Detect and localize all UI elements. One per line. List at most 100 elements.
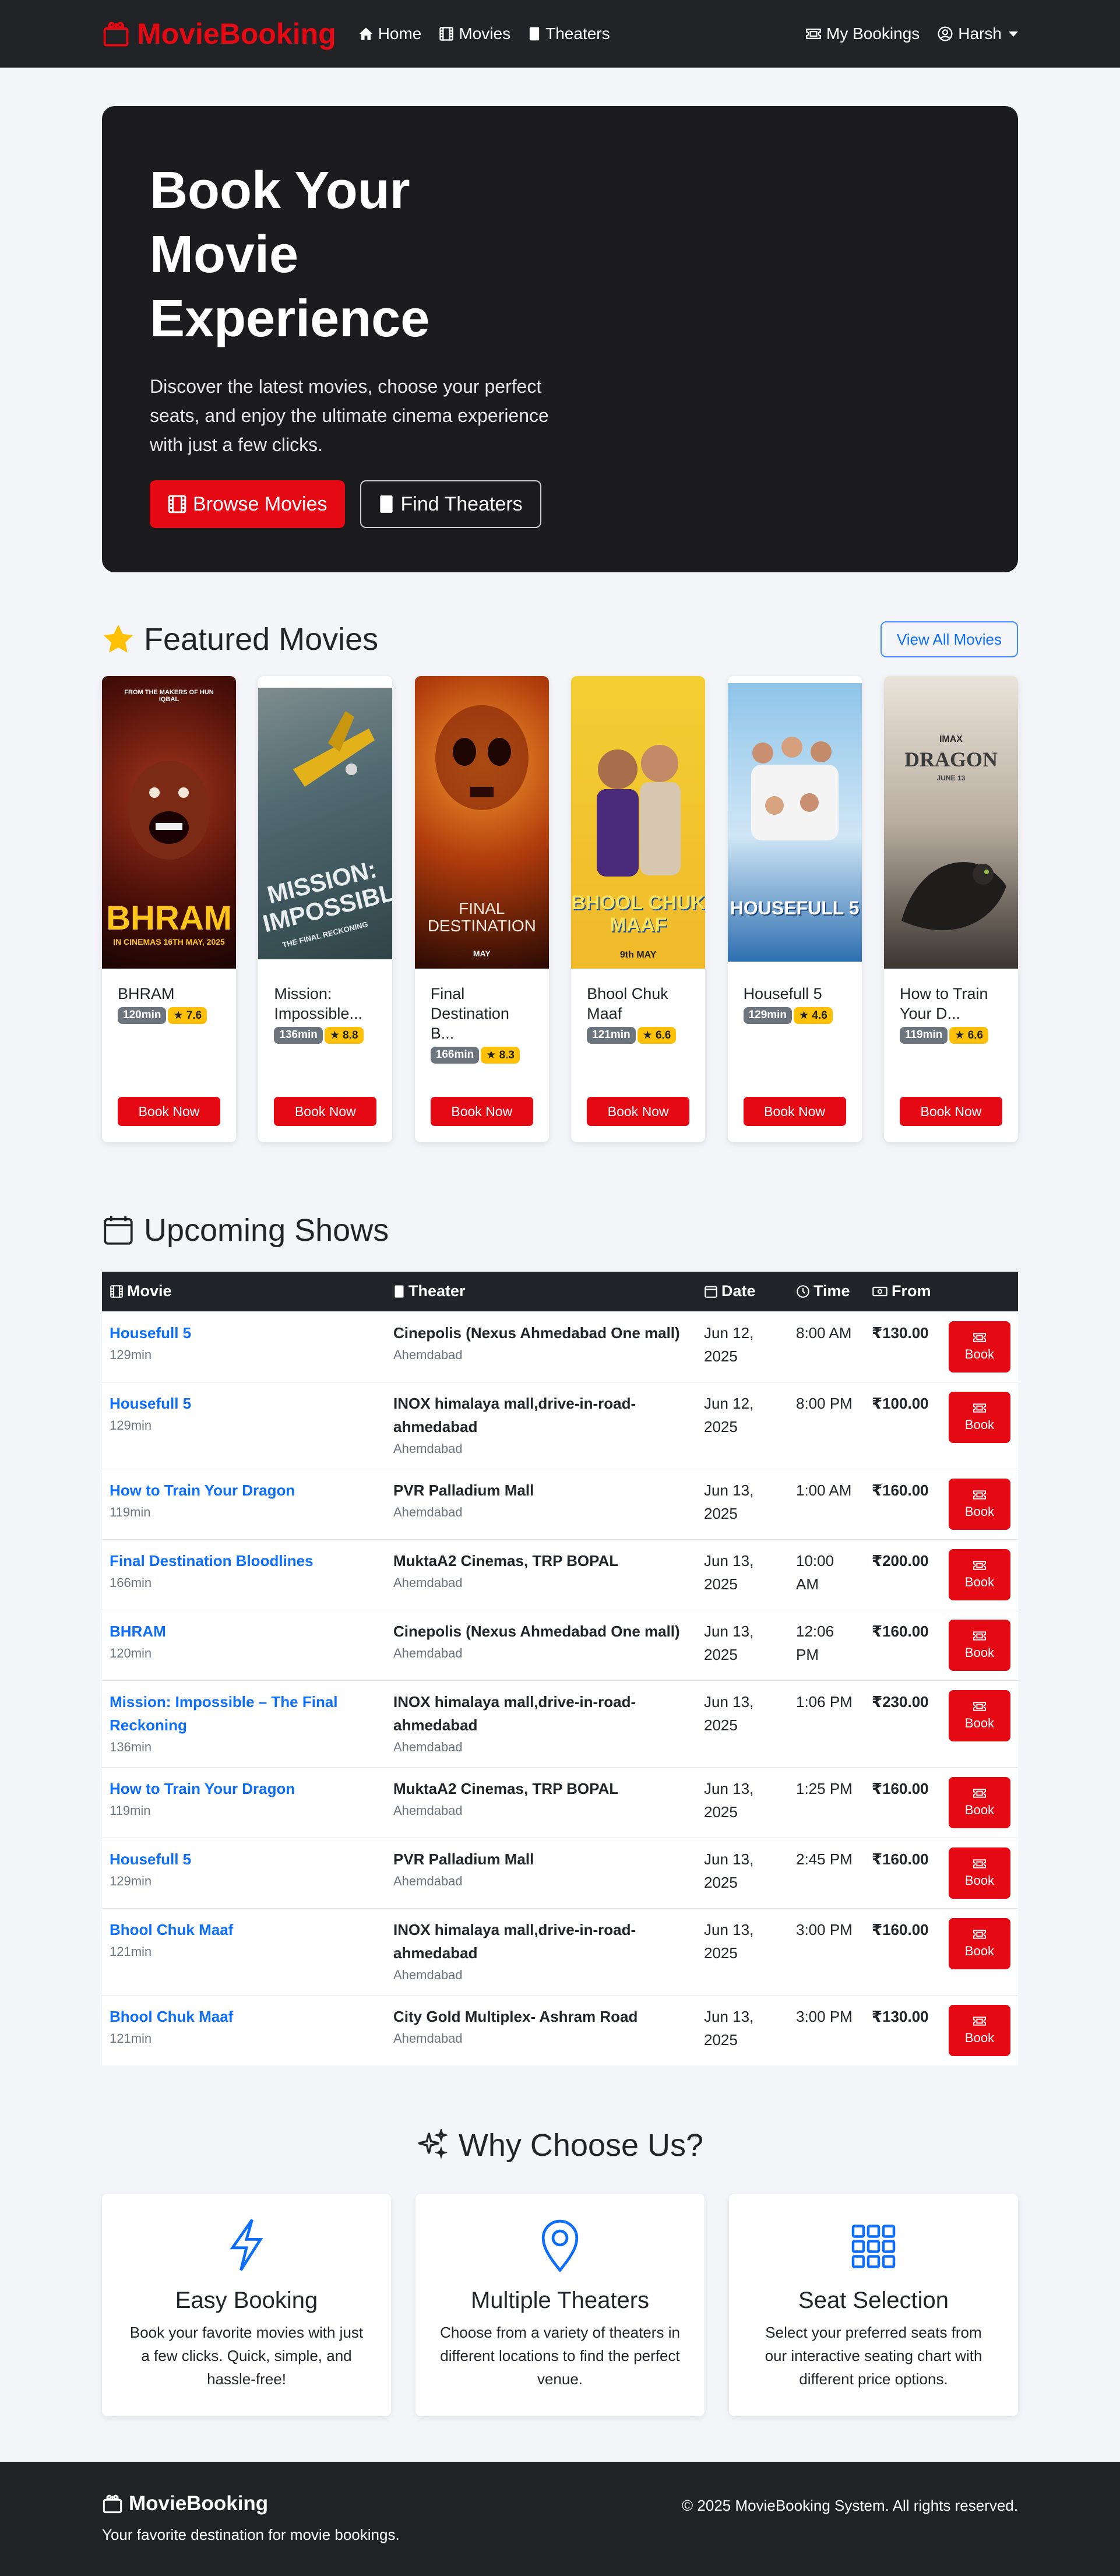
show-date: Jun 12, 2025 (704, 1324, 754, 1365)
theater-city: Ahemdabad (393, 1873, 463, 1888)
cell-time: 1:06 PM (788, 1680, 864, 1767)
book-show-button[interactable]: Book (949, 1776, 1010, 1828)
rating-badge: ★ 4.6 (794, 1007, 833, 1024)
movie-link[interactable]: Housefull 5 (110, 1392, 378, 1415)
features-list: Easy Booking Book your favorite movies w… (102, 2193, 1018, 2416)
show-time: 8:00 PM (796, 1394, 853, 1412)
movie-link[interactable]: Final Destination Bloodlines (110, 1549, 378, 1572)
movie-card[interactable]: FINAL DESTINATION MAY Final Destination … (414, 676, 549, 1142)
cell-action: Book (941, 1609, 1018, 1680)
cell-time: 1:25 PM (788, 1766, 864, 1838)
book-show-label: Book (964, 1504, 995, 1519)
footer-tagline: Your favorite destination for movie book… (102, 2525, 400, 2543)
brand-logo[interactable]: MovieBooking (102, 17, 336, 51)
movie-title: Bhool Chuk Maaf (587, 985, 668, 1022)
book-now-button[interactable]: Book Now (430, 1097, 533, 1126)
movie-link[interactable]: Housefull 5 (110, 1847, 378, 1871)
cell-price: ₹160.00 (864, 1908, 941, 1995)
movie-card[interactable]: MISSION: IMPOSSIBLE THE FINAL RECKONING … (258, 676, 393, 1142)
movie-title: BHRAM (118, 985, 175, 1002)
book-show-label: Book (964, 1346, 995, 1361)
book-now-button[interactable]: Book Now (587, 1097, 690, 1126)
movie-title: How to Train Your D... (899, 985, 988, 1022)
theater-city: Ahemdabad (393, 1441, 463, 1456)
movie-link[interactable]: BHRAM (110, 1620, 378, 1643)
book-show-button[interactable]: Book (949, 2004, 1010, 2056)
table-row: Bhool Chuk Maaf 121min INOX himalaya mall,… (102, 1908, 1018, 1995)
rating-badge: ★ 8.3 (481, 1047, 520, 1064)
nav-movies[interactable]: Movies (439, 24, 510, 43)
upcoming-title-text: Upcoming Shows (144, 1213, 389, 1248)
show-price: ₹160.00 (872, 1850, 929, 1868)
nav-theaters-label: Theaters (545, 24, 610, 43)
cell-action: Book (941, 1766, 1018, 1838)
house-icon (359, 27, 373, 40)
cell-date: Jun 13, 2025 (696, 1908, 788, 1995)
cell-time: 8:00 AM (788, 1311, 864, 1382)
duration-badge: 119min (899, 1027, 948, 1044)
cell-time: 3:00 PM (788, 1908, 864, 1995)
movie-link[interactable]: Mission: Impossible – The Final Reckonin… (110, 1690, 378, 1737)
cell-time: 1:00 AM (788, 1468, 864, 1539)
movie-card[interactable]: FROM THE MAKERS OF HUN IQBAL BHRAM IN CI… (102, 676, 236, 1142)
movie-link[interactable]: Bhool Chuk Maaf (110, 1918, 378, 1941)
user-menu-toggle[interactable]: Harsh (937, 24, 1018, 43)
movie-link[interactable]: Bhool Chuk Maaf (110, 2005, 378, 2028)
book-show-button[interactable]: Book (949, 1619, 1010, 1671)
book-show-button[interactable]: Book (949, 1391, 1010, 1443)
ticket-icon (973, 1490, 986, 1500)
show-price: ₹160.00 (872, 1779, 929, 1797)
cell-theater: MuktaA2 Cinemas, TRP BOPAL Ahemdabad (386, 1539, 696, 1610)
show-price: ₹130.00 (872, 1324, 929, 1342)
book-show-button[interactable]: Book (949, 1549, 1010, 1600)
ticket-icon (973, 1332, 986, 1342)
cell-theater: PVR Palladium Mall Ahemdabad (386, 1468, 696, 1539)
show-date: Jun 13, 2025 (704, 1481, 754, 1522)
book-show-button[interactable]: Book (949, 1478, 1010, 1530)
book-show-button[interactable]: Book (949, 1917, 1010, 1969)
cell-movie: How to Train Your Dragon 119min (102, 1766, 386, 1838)
book-show-button[interactable]: Book (949, 1690, 1010, 1741)
poster-title: BHOOL CHUK MAAF (571, 892, 706, 936)
movie-link[interactable]: How to Train Your Dragon (110, 1777, 378, 1800)
book-now-button[interactable]: Book Now (899, 1097, 1002, 1126)
nav-my-bookings[interactable]: My Bookings (805, 24, 920, 43)
book-show-button[interactable]: Book (949, 1847, 1010, 1899)
nav-theaters[interactable]: Theaters (528, 24, 610, 43)
book-now-button[interactable]: Book Now (118, 1097, 220, 1126)
book-show-button[interactable]: Book (949, 1321, 1010, 1373)
find-theaters-button[interactable]: Find Theaters (360, 480, 541, 528)
header-movie-label: Movie (127, 1282, 172, 1300)
cell-action: Book (941, 1311, 1018, 1382)
cell-date: Jun 13, 2025 (696, 1837, 788, 1908)
table-row: BHRAM 120min Cinepolis (Nexus Ahmedabad On… (102, 1609, 1018, 1680)
show-time: 3:00 PM (796, 2007, 853, 2025)
hero-banner: Book Your Movie Experience Discover the … (102, 106, 1018, 572)
movie-card[interactable]: BHOOL CHUK MAAF 9th MAY Bhool Chuk Maaf … (571, 676, 706, 1142)
feature-card: Easy Booking Book your favorite movies w… (102, 2193, 391, 2416)
footer-copyright: © 2025 MovieBooking System. All rights r… (682, 2496, 1018, 2514)
footer-brand[interactable]: MovieBooking (102, 2492, 400, 2515)
movie-link[interactable]: How to Train Your Dragon (110, 1479, 378, 1502)
cell-movie: Final Destination Bloodlines 166min (102, 1539, 386, 1610)
movie-link[interactable]: Housefull 5 (110, 1321, 378, 1345)
browse-movies-button[interactable]: Browse Movies (150, 480, 345, 528)
theater-city: Ahemdabad (393, 1645, 463, 1660)
cell-movie: BHRAM 120min (102, 1609, 386, 1680)
book-now-button[interactable]: Book Now (274, 1097, 377, 1126)
movie-card[interactable]: IMAX DRAGON JUNE 13 How to Train Your D.… (883, 676, 1018, 1142)
cell-movie: Housefull 5 129min (102, 1837, 386, 1908)
movie-card[interactable]: HOUSEFULL 5 Housefull 5 129min ★ 4.6 Boo… (727, 676, 862, 1142)
book-show-label: Book (964, 1873, 995, 1888)
book-now-button[interactable]: Book Now (743, 1097, 846, 1126)
hero-title: Book Your Movie Experience (150, 161, 430, 348)
theater-name: MuktaA2 Cinemas, TRP BOPAL (393, 1551, 619, 1569)
table-header-row: Movie Theater Date Time From (102, 1272, 1018, 1311)
view-all-movies-button[interactable]: View All Movies (880, 621, 1018, 657)
show-date: Jun 13, 2025 (704, 1779, 754, 1821)
cell-movie: How to Train Your Dragon 119min (102, 1468, 386, 1539)
cell-date: Jun 13, 2025 (696, 1994, 788, 2065)
show-date: Jun 13, 2025 (704, 1692, 754, 1734)
nav-home[interactable]: Home (358, 24, 421, 43)
table-row: Final Destination Bloodlines 166min MuktaA… (102, 1539, 1018, 1610)
